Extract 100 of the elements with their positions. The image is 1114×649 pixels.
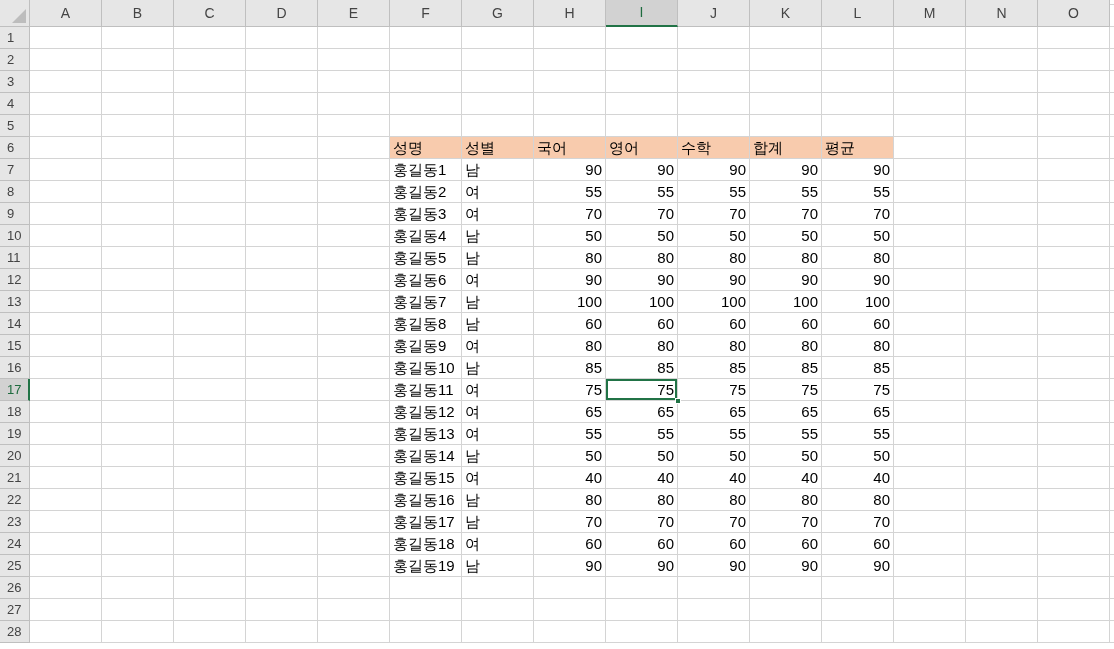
table-cell-text: 90 [728,270,747,290]
table-cell-text: 남 [464,248,481,268]
fill-handle[interactable] [675,398,681,404]
table-cell-text: 50 [728,446,747,466]
table-cell-text: 홍길동4 [392,226,448,246]
table-cell-text: 70 [656,204,675,224]
row-header[interactable]: 1 [0,27,30,49]
table-cell-text: 80 [656,490,675,510]
table-cell-text: 70 [872,512,891,532]
row-header[interactable]: 6 [0,137,30,159]
table-cell-text: 85 [728,358,747,378]
table-cell-text: 80 [728,336,747,356]
table-cell-text: 여 [464,534,481,554]
row-header[interactable]: 8 [0,181,30,203]
row-header[interactable]: 22 [0,489,30,511]
table-cell-text: 90 [872,556,891,576]
table-cell-text: 80 [584,336,603,356]
table-cell-text: 남 [464,314,481,334]
table-cell-text: 65 [656,402,675,422]
table-cell-text: 60 [728,534,747,554]
table-cell-text: 90 [800,270,819,290]
row-header[interactable]: 19 [0,423,30,445]
column-header[interactable]: B [102,0,174,27]
row-header[interactable]: 11 [0,247,30,269]
table-cell-text: 50 [656,226,675,246]
table-cell-text: 80 [728,490,747,510]
row-header[interactable]: 13 [0,291,30,313]
table-cell-text: 남 [464,160,481,180]
row-header[interactable]: 26 [0,577,30,599]
table-cell-text: 40 [728,468,747,488]
table-cell-text: 70 [656,512,675,532]
table-cell-text: 홍길동2 [392,182,448,202]
row-header[interactable]: 15 [0,335,30,357]
column-header[interactable]: M [894,0,966,27]
column-header[interactable]: A [30,0,102,27]
row-header[interactable]: 28 [0,621,30,643]
table-cell-text: 50 [800,226,819,246]
table-cell-text: 홍길동13 [392,424,456,444]
table-cell-text: 55 [728,182,747,202]
table-cell-text: 85 [584,358,603,378]
table-cell-text: 90 [584,270,603,290]
row-header[interactable]: 7 [0,159,30,181]
table-cell-text: 홍길동11 [392,380,455,400]
row-header[interactable]: 5 [0,115,30,137]
table-cell-text: 50 [872,226,891,246]
column-header[interactable]: E [318,0,390,27]
column-header[interactable]: F [390,0,462,27]
table-cell-text: 100 [647,292,675,312]
table-cell-text: 70 [800,204,819,224]
row-header[interactable]: 3 [0,71,30,93]
column-header[interactable]: O [1038,0,1110,27]
table-cell-text: 60 [656,534,675,554]
table-cell-text: 홍길동3 [392,204,448,224]
column-header[interactable]: L [822,0,894,27]
column-header[interactable]: C [174,0,246,27]
table-cell-text: 55 [872,182,891,202]
table-cell-text: 90 [728,160,747,180]
table-cell-text: 75 [728,380,747,400]
column-header[interactable]: N [966,0,1038,27]
table-cell-text: 남 [464,358,481,378]
table-cell-text: 홍길동6 [392,270,448,290]
row-header[interactable]: 27 [0,599,30,621]
table-cell-text: 여 [464,270,481,290]
row-header[interactable]: 21 [0,467,30,489]
table-cell-text: 60 [728,314,747,334]
table-cell-text: 55 [800,424,819,444]
column-header[interactable]: K [750,0,822,27]
row-header[interactable]: 16 [0,357,30,379]
table-cell-text: 55 [872,424,891,444]
table-cell-text: 65 [872,402,891,422]
row-header[interactable]: 18 [0,401,30,423]
table-cell-text: 여 [464,424,481,444]
table-cell-text: 90 [584,556,603,576]
table-cell-text: 홍길동19 [392,556,456,576]
column-header[interactable]: H [534,0,606,27]
row-header[interactable]: 4 [0,93,30,115]
row-header[interactable]: 25 [0,555,30,577]
table-cell-text: 100 [719,292,747,312]
table-cell-text: 55 [584,424,603,444]
column-header[interactable]: G [462,0,534,27]
table-cell-text: 남 [464,446,481,466]
row-header[interactable]: 9 [0,203,30,225]
row-header[interactable]: 24 [0,533,30,555]
column-header[interactable]: I [606,0,678,27]
table-cell-text: 80 [872,248,891,268]
row-header[interactable]: 14 [0,313,30,335]
row-header[interactable]: 20 [0,445,30,467]
table-cell-text: 여 [464,204,481,224]
table-cell-text: 50 [584,226,603,246]
table-cell: 75 [606,379,677,400]
table-cell-text: 남 [464,292,481,312]
column-header[interactable]: J [678,0,750,27]
row-header[interactable]: 12 [0,269,30,291]
row-header[interactable]: 2 [0,49,30,71]
row-header[interactable]: 17 [0,379,30,401]
row-header[interactable]: 23 [0,511,30,533]
table-cell-text: 75 [872,380,891,400]
row-header[interactable]: 10 [0,225,30,247]
table-cell-text: 40 [584,468,603,488]
column-header[interactable]: D [246,0,318,27]
